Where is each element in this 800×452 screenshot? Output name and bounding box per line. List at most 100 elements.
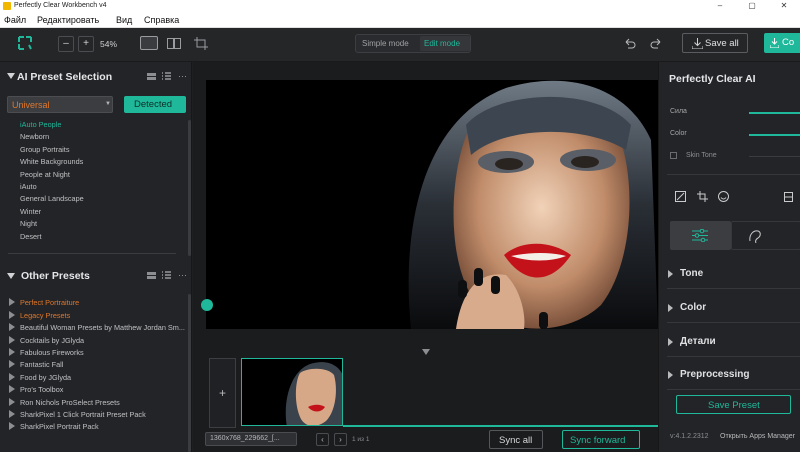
detected-button[interactable]: Detected [124, 96, 186, 113]
sliders-icon [692, 229, 708, 242]
menu-file[interactable]: Файл [4, 15, 26, 25]
other-preset-item[interactable]: Food by JGlyda [20, 373, 188, 382]
other-preset-item[interactable]: Fabulous Fireworks [20, 348, 188, 357]
sync-forward-label: Sync forward [570, 435, 626, 446]
expand-arrow-icon[interactable] [9, 348, 15, 356]
plus-icon: + [219, 386, 227, 400]
prev-page-button[interactable]: ‹ [316, 433, 329, 446]
expand-arrow-icon[interactable] [9, 398, 15, 406]
redo-icon[interactable] [650, 38, 662, 49]
expand-arrow-icon[interactable] [9, 298, 15, 306]
mode-switch: Simple mode Edit mode [355, 34, 471, 53]
ai-preset-item[interactable]: Desert [20, 232, 42, 241]
ai-preset-item[interactable]: Winter [20, 207, 41, 216]
expand-arrow-icon[interactable] [9, 373, 15, 381]
adjust-tab[interactable] [670, 221, 731, 250]
apps-manager-link[interactable]: Открыть Apps Manager [720, 433, 795, 440]
details-section[interactable]: Детали [680, 336, 716, 347]
auto-fix-icon[interactable] [675, 191, 686, 202]
collapse-arrow-icon[interactable] [7, 73, 15, 79]
grid-view-icon[interactable] [147, 73, 156, 80]
close-button[interactable]: ✕ [768, 0, 800, 12]
simple-mode-tab[interactable]: Simple mode [362, 39, 409, 48]
other-preset-item[interactable]: Pro's Toolbox [20, 385, 188, 394]
other-preset-item[interactable]: SharkPixel Portrait Pack [20, 422, 188, 431]
expand-arrow-icon[interactable] [668, 304, 673, 312]
face-icon[interactable] [718, 191, 729, 202]
ai-preset-item[interactable]: White Backgrounds [20, 157, 83, 166]
tone-section[interactable]: Tone [680, 268, 703, 279]
panel-toggle-icon[interactable] [201, 299, 213, 311]
ai-preset-item[interactable]: People at Night [20, 170, 70, 179]
save-preset-label: Save Preset [708, 400, 760, 411]
maximize-button[interactable]: ▢ [736, 0, 768, 12]
grid-view-icon[interactable] [147, 272, 156, 279]
expand-arrow-icon[interactable] [9, 422, 15, 430]
other-preset-item[interactable]: Beautiful Woman Presets by Matthew Jorda… [20, 323, 188, 332]
menu-help[interactable]: Справка [144, 15, 179, 25]
sync-all-label: Sync all [499, 435, 533, 446]
zoom-out-button[interactable]: – [58, 36, 74, 52]
crop-icon[interactable] [697, 191, 708, 202]
list-view-icon[interactable] [162, 271, 171, 279]
edit-mode-tab[interactable]: Edit mode [424, 39, 460, 48]
ai-preset-item[interactable]: iAuto [20, 182, 37, 191]
expand-arrow-icon[interactable] [668, 338, 673, 346]
save-preset-button[interactable]: Save Preset [676, 395, 791, 414]
page-indicator: 1 из 1 [352, 436, 370, 443]
color-slider[interactable] [749, 134, 800, 136]
ai-preset-scrollbar[interactable] [188, 120, 191, 256]
color-section[interactable]: Color [680, 302, 706, 313]
expand-arrow-icon[interactable] [668, 371, 673, 379]
retouch-tab[interactable] [731, 221, 800, 250]
other-preset-item[interactable]: Ron Nichols ProSelect Presets [20, 398, 188, 407]
other-preset-item[interactable]: Legacy Presets [20, 311, 188, 320]
expand-arrow-icon[interactable] [9, 323, 15, 331]
more-icon[interactable]: ··· [178, 71, 187, 81]
ai-preset-item[interactable]: General Landscape [20, 194, 84, 203]
main-photo[interactable] [206, 80, 658, 329]
layers-icon[interactable] [784, 192, 793, 202]
list-view-icon[interactable] [162, 72, 171, 80]
other-preset-item[interactable]: SharkPixel 1 Click Portrait Preset Pack [20, 410, 188, 419]
undo-icon[interactable] [624, 38, 636, 49]
next-page-button[interactable]: › [334, 433, 347, 446]
sync-forward-button[interactable]: Sync forward [562, 430, 640, 449]
split-view-icon[interactable] [167, 38, 181, 49]
other-preset-item[interactable]: Fantastic Fall [20, 360, 188, 369]
menu-view[interactable]: Вид [116, 15, 132, 25]
more-icon[interactable]: ··· [178, 270, 187, 280]
resolution-field[interactable]: 1360x768_229662_[... [205, 432, 297, 446]
strength-slider[interactable] [749, 112, 800, 114]
expand-arrow-icon[interactable] [9, 360, 15, 368]
add-image-button[interactable]: + [209, 358, 236, 428]
skin-tone-checkbox[interactable] [670, 152, 677, 159]
crop-view-icon[interactable] [194, 37, 208, 50]
skin-tone-slider[interactable] [749, 156, 800, 157]
expand-arrow-icon[interactable] [9, 385, 15, 393]
save-all-button[interactable]: Save all [682, 33, 748, 53]
ai-preset-item[interactable]: Group Portraits [20, 145, 69, 154]
preprocessing-section[interactable]: Preprocessing [680, 369, 749, 380]
expand-arrow-icon[interactable] [9, 311, 15, 319]
ai-preset-item[interactable]: Night [20, 219, 37, 228]
collapse-arrow-icon[interactable] [7, 273, 15, 279]
ai-preset-item[interactable]: Newborn [20, 132, 49, 141]
minimize-button[interactable]: – [704, 0, 736, 12]
ai-preset-item[interactable]: iAuto People [20, 120, 61, 129]
filmstrip-toggle-icon[interactable] [422, 349, 430, 355]
other-preset-item[interactable]: Cocktails by JGlyda [20, 336, 188, 345]
preset-select[interactable]: Universal ▼ [7, 96, 113, 113]
sync-all-button[interactable]: Sync all [489, 430, 543, 449]
expand-arrow-icon[interactable] [9, 336, 15, 344]
zoom-in-button[interactable]: + [78, 36, 94, 52]
single-view-icon[interactable] [140, 36, 158, 50]
export-button[interactable]: Co [764, 33, 800, 53]
strength-label: Сила [670, 108, 687, 115]
other-preset-item[interactable]: Perfect Portraiture [20, 298, 188, 307]
expand-arrow-icon[interactable] [9, 410, 15, 418]
thumbnail[interactable] [241, 358, 343, 426]
menu-edit[interactable]: Редактировать [37, 15, 99, 25]
other-presets-scrollbar[interactable] [188, 294, 191, 452]
expand-arrow-icon[interactable] [668, 270, 673, 278]
